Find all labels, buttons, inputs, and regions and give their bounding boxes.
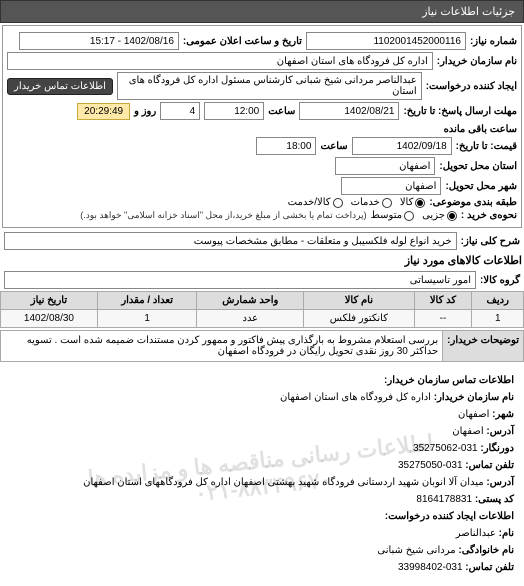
- contact-fax-label: دورنگار:: [480, 443, 514, 454]
- table-header-row: ردیف کد کالا نام کالا واحد شمارش تعداد /…: [1, 292, 524, 310]
- cell-date: 1402/08/30: [1, 310, 98, 328]
- subject-field: خرید انواع لوله فلکسیبل و متعلقات - مطاب…: [4, 232, 457, 250]
- col-code: کد کالا: [414, 292, 472, 310]
- col-qty: تعداد / مقدار: [97, 292, 197, 310]
- cell-qty: 1: [97, 310, 197, 328]
- remain-time-field: 20:29:49: [77, 103, 130, 120]
- col-unit: واحد شمارش: [197, 292, 304, 310]
- package-radio-group: کالا خدمات کالا/خدمت: [288, 197, 426, 208]
- creator-field: عبدالناصر مردانی شیخ شبانی کارشناس مسئول…: [117, 72, 422, 100]
- city-field: اصفهان: [341, 177, 441, 195]
- quote-to-label: قیمت: تا تاریخ:: [456, 141, 517, 152]
- remain-suffix: ساعت باقی مانده: [444, 124, 517, 135]
- package-khadamat-label: خدمات: [351, 197, 380, 208]
- package-kala-label: کالا: [400, 197, 414, 208]
- remain-days-field: 4: [160, 102, 200, 120]
- contact-name-label: نام:: [499, 528, 514, 539]
- radio-icon: [404, 211, 414, 221]
- announce-field: 1402/08/16 - 15:17: [19, 32, 179, 50]
- contact-org: اداره کل فرودگاه های استان اصفهان: [280, 392, 431, 403]
- group-field: امور تاسیساتی: [4, 271, 476, 289]
- cell-name: کانکتور فلکس: [304, 310, 414, 328]
- contact-tel: 031-35275050: [398, 460, 463, 471]
- buyer-title-label: نام سازمان خریدار:: [437, 56, 517, 67]
- buyer-note-content: بررسی استعلام مشروط به بارگذاری پیش فاکت…: [1, 331, 442, 361]
- purchase-radio-motavaset[interactable]: متوسط: [371, 210, 414, 221]
- radio-icon: [447, 211, 457, 221]
- contact-buyer-button[interactable]: اطلاعات تماس خریدار: [7, 78, 113, 95]
- city-label: شهر محل تحویل:: [445, 181, 517, 192]
- province-field: اصفهان: [335, 157, 435, 175]
- contact-city: اصفهان: [458, 409, 489, 420]
- contact-name: عبدالناصر: [456, 528, 496, 539]
- package-radio-khadamat[interactable]: خدمات: [351, 197, 392, 208]
- deadline-date-field: 1402/08/21: [299, 102, 399, 120]
- package-label: طبقه بندی موضوعی:: [429, 197, 517, 208]
- province-label: استان محل تحویل:: [439, 161, 517, 172]
- request-no-field: 1102001452000116: [306, 32, 466, 50]
- package-both-label: کالا/خدمت: [288, 197, 331, 208]
- contact-postal: 8164178831: [416, 494, 472, 505]
- purchase-note: (پرداخت تمام یا بخشی از مبلغ خرید،از محل…: [80, 210, 366, 221]
- package-radio-both[interactable]: کالا/خدمت: [288, 197, 343, 208]
- contact-address2: میدان آلا انوبان شهید اردستانی فرودگاه ش…: [83, 477, 483, 488]
- goods-section-title: اطلاعات کالاهای مورد نیاز: [2, 254, 522, 267]
- form-section: شماره نیاز: 1102001452000116 تاریخ و ساع…: [2, 25, 522, 228]
- req-contact-title: اطلاعات ایجاد کننده درخواست:: [385, 511, 514, 522]
- contact-fax: 031-35275062: [413, 443, 478, 454]
- page-title: جزئیات اطلاعات نیاز: [422, 6, 515, 18]
- purchase-motavaset-label: متوسط: [371, 210, 402, 221]
- cell-row: 1: [472, 310, 524, 328]
- package-radio-kala[interactable]: کالا: [400, 197, 426, 208]
- subject-label: شرح کلی نیاز:: [461, 236, 520, 247]
- purchase-radio-group: جزیی متوسط: [371, 210, 457, 221]
- contact-addr-label: آدرس:: [486, 426, 514, 437]
- quote-date-field: 1402/09/18: [352, 137, 452, 155]
- contact-section: اطلاعات رسانی مناقصه ها و مزایده ها ۰۲۱-…: [0, 362, 524, 586]
- contact-family: مردانی شیخ شبانی: [377, 545, 455, 556]
- radio-icon: [415, 198, 425, 208]
- contact-family-label: نام خانوادگی:: [458, 545, 514, 556]
- contact-addr: اصفهان: [452, 426, 483, 437]
- announce-label: تاریخ و ساعت اعلان عمومی:: [183, 36, 302, 47]
- goods-table: ردیف کد کالا نام کالا واحد شمارش تعداد /…: [0, 291, 524, 328]
- buyer-note-row: توضیحات خریدار: بررسی استعلام مشروط به ب…: [0, 330, 524, 362]
- creator-label: ایجاد کننده درخواست:: [426, 81, 517, 92]
- contact-tel2-label: تلفن تماس:: [465, 562, 514, 573]
- time-label-2: ساعت: [320, 141, 347, 152]
- request-no-label: شماره نیاز:: [470, 36, 517, 47]
- purchase-jozi-label: جزیی: [422, 210, 445, 221]
- table-row: 1 -- کانکتور فلکس عدد 1 1402/08/30: [1, 310, 524, 328]
- cell-code: --: [414, 310, 472, 328]
- contact-city-label: شهر:: [492, 409, 514, 420]
- contact-address2-label: آدرس:: [486, 477, 514, 488]
- buyer-title-field: اداره کل فرودگاه های استان اصفهان: [7, 52, 433, 70]
- contact-title: اطلاعات تماس سازمان خریدار:: [384, 375, 514, 386]
- purchase-label: نحوه‌ی خرید :: [461, 210, 517, 221]
- col-date: تاریخ نیاز: [1, 292, 98, 310]
- time-label-1: ساعت: [268, 106, 295, 117]
- cell-unit: عدد: [197, 310, 304, 328]
- group-label: گروه کالا:: [480, 275, 520, 286]
- purchase-radio-jozi[interactable]: جزیی: [422, 210, 457, 221]
- page-header: جزئیات اطلاعات نیاز: [0, 0, 524, 23]
- remain-days-label: روز و: [134, 106, 156, 117]
- contact-tel-label: تلفن تماس:: [465, 460, 514, 471]
- col-name: نام کالا: [304, 292, 414, 310]
- deadline-label: مهلت ارسال پاسخ: تا تاریخ:: [403, 106, 517, 117]
- contact-org-label: نام سازمان خریدار:: [434, 392, 514, 403]
- contact-postal-label: کد پستی:: [475, 494, 514, 505]
- deadline-time-field: 12:00: [204, 102, 264, 120]
- buyer-note-label: توضیحات خریدار:: [442, 331, 523, 361]
- radio-icon: [333, 198, 343, 208]
- contact-tel2: 031-33998402: [398, 562, 463, 573]
- quote-time-field: 18:00: [256, 137, 316, 155]
- col-row: ردیف: [472, 292, 524, 310]
- radio-icon: [382, 198, 392, 208]
